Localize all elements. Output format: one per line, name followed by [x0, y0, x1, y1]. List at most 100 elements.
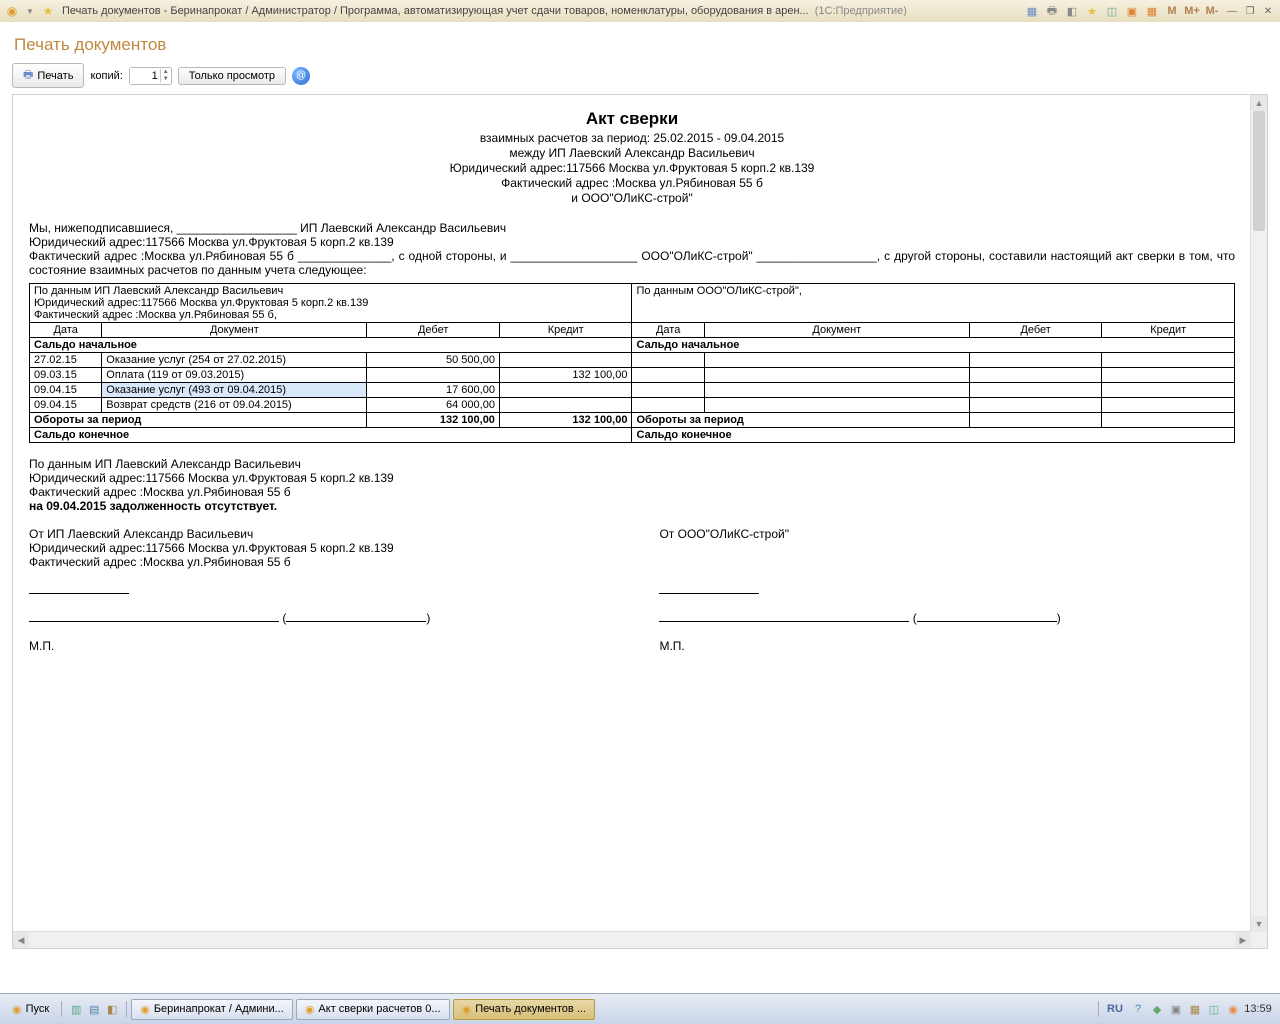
taskbar-button[interactable]: ◉ Беринапрокат / Админи... — [131, 999, 293, 1020]
preview-button[interactable]: Только просмотр — [178, 67, 286, 85]
print-button[interactable]: 🖶 Печать — [12, 63, 84, 88]
tray-icon-2[interactable]: ◆ — [1149, 1001, 1165, 1017]
sig-short-line — [659, 593, 759, 594]
at-icon[interactable]: @ — [292, 67, 310, 85]
table-row[interactable]: 09.04.15Оказание услуг (493 от 09.04.201… — [30, 383, 1235, 398]
table-row[interactable]: 09.03.15Оплата (119 от 09.03.2015)132 10… — [30, 368, 1235, 383]
language-indicator[interactable]: RU — [1103, 1001, 1127, 1017]
favorite-icon[interactable]: ★ — [1084, 3, 1100, 19]
tool-icon-6[interactable]: ▣ — [1124, 3, 1140, 19]
close-button[interactable]: ✕ — [1260, 4, 1276, 18]
horizontal-scrollbar[interactable]: ◀ ▶ — [13, 931, 1251, 948]
toolbar: 🖶 Печать копий: ▲▼ Только просмотр @ — [12, 63, 1268, 88]
print-icon[interactable]: 🖶 — [1044, 3, 1060, 19]
taskbar: ◉ Пуск ▥ ▤ ◧ ◉ Беринапрокат / Админи... ◉А… — [0, 993, 1280, 1024]
tray-icon-6[interactable]: ◉ — [1225, 1001, 1241, 1017]
turnover-label: Обороты за период — [30, 413, 367, 428]
mminus-button[interactable]: M- — [1204, 3, 1220, 19]
titlebar: ◉ ▼ ★ Печать документов - Беринапрокат /… — [0, 0, 1280, 23]
ql-icon-3[interactable]: ◧ — [104, 1001, 120, 1017]
summary-result: на 09.04.2015 задолженность отсутствует. — [29, 499, 1235, 513]
quick-launch: ▥ ▤ ◧ — [61, 1001, 127, 1017]
ql-icon-1[interactable]: ▥ — [68, 1001, 84, 1017]
col-debit: Дебет — [367, 323, 500, 338]
content-area: Печать документов 🖶 Печать копий: ▲▼ Тол… — [0, 22, 1280, 994]
start-icon: ◉ — [12, 1003, 22, 1016]
turnover-label-r: Обороты за период — [632, 413, 969, 428]
task-label: Беринапрокат / Админи... — [154, 1003, 284, 1015]
star-icon[interactable]: ★ — [40, 3, 56, 19]
doc-subtitle-5: и ООО"ОЛиКС-строй" — [29, 191, 1235, 205]
saldo-start-left: Сальдо начальное — [30, 338, 632, 353]
mp-left: М.П. — [29, 639, 584, 653]
col-date: Дата — [30, 323, 102, 338]
spin-down-icon[interactable]: ▼ — [161, 76, 171, 83]
table-header-row: Дата Документ Дебет Кредит Дата Документ… — [30, 323, 1235, 338]
scroll-corner — [1251, 932, 1267, 948]
vertical-scrollbar[interactable]: ▲ ▼ — [1250, 95, 1267, 932]
mplus-button[interactable]: M+ — [1184, 3, 1200, 19]
tray-icon-5[interactable]: ◫ — [1206, 1001, 1222, 1017]
start-button[interactable]: ◉ Пуск — [4, 1001, 57, 1018]
minimize-button[interactable]: — — [1224, 4, 1240, 18]
para-line-3: Фактический адрес :Москва ул.Рябиновая 5… — [29, 249, 1235, 277]
printer-icon: 🖶 — [23, 66, 33, 85]
task-icon: ◉ — [462, 1003, 472, 1016]
tool-icon-1[interactable]: ▦ — [1024, 3, 1040, 19]
spin-up-icon[interactable]: ▲ — [161, 69, 171, 76]
summary-line: Фактический адрес :Москва ул.Рябиновая 5… — [29, 485, 1235, 499]
sig-from-left: От ИП Лаевский Александр Васильевич — [29, 527, 584, 541]
left-addr2: Фактический адрес :Москва ул.Рябиновая 5… — [34, 309, 627, 321]
copies-spinner[interactable]: ▲▼ — [129, 67, 172, 85]
sig-short-line — [29, 593, 129, 594]
sig-long-line — [29, 621, 279, 622]
task-icon: ◉ — [140, 1003, 150, 1016]
clock[interactable]: 13:59 — [1244, 1001, 1272, 1017]
maximize-button[interactable]: ❐ — [1242, 4, 1258, 18]
summary-line: Юридический адрес:117566 Москва ул.Фрукт… — [29, 471, 1235, 485]
copies-input[interactable] — [130, 68, 160, 84]
sig-name-line — [917, 621, 1057, 622]
table-row[interactable]: 09.04.15Возврат средств (216 от 09.04.20… — [30, 398, 1235, 413]
app-icon: ◉ — [4, 3, 20, 19]
scroll-thumb[interactable] — [1253, 111, 1265, 231]
col-document-r: Документ — [704, 323, 969, 338]
m-button[interactable]: M — [1164, 3, 1180, 19]
scroll-left-icon[interactable]: ◀ — [13, 932, 29, 948]
doc-paragraph: Мы, нижеподписавшиеся, _________________… — [29, 221, 1235, 277]
ql-icon-2[interactable]: ▤ — [86, 1001, 102, 1017]
tool-icon-5[interactable]: ◫ — [1104, 3, 1120, 19]
scroll-up-icon[interactable]: ▲ — [1251, 95, 1267, 111]
reconciliation-table: По данным ИП Лаевский Александр Васильев… — [29, 283, 1235, 443]
sig-long-line — [659, 621, 909, 622]
scroll-down-icon[interactable]: ▼ — [1251, 916, 1267, 932]
table-row: Обороты за период 132 100,00 132 100,00 … — [30, 413, 1235, 428]
sig-name-line — [286, 621, 426, 622]
saldo-end-left: Сальдо конечное — [30, 428, 632, 443]
col-credit: Кредит — [499, 323, 632, 338]
taskbar-button[interactable]: ◉Печать документов ... — [453, 999, 595, 1020]
taskbar-button[interactable]: ◉Акт сверки расчетов 0... — [296, 999, 450, 1020]
scroll-right-icon[interactable]: ▶ — [1235, 932, 1251, 948]
tool-icon-3[interactable]: ◧ — [1064, 3, 1080, 19]
summary-line: По данным ИП Лаевский Александр Васильев… — [29, 457, 1235, 471]
doc-subtitle-2: между ИП Лаевский Александр Васильевич — [29, 146, 1235, 160]
tray-icon-4[interactable]: ▦ — [1187, 1001, 1203, 1017]
tray-icon-3[interactable]: ▣ — [1168, 1001, 1184, 1017]
turnover-credit-r — [1102, 413, 1235, 428]
calendar-icon[interactable]: ▦ — [1144, 3, 1160, 19]
sig-from-right: От ООО"ОЛиКС-строй" — [659, 527, 1214, 541]
col-credit-r: Кредит — [1102, 323, 1235, 338]
table-row: Сальдо начальное Сальдо начальное — [30, 338, 1235, 353]
left-header: По данным ИП Лаевский Александр Васильев… — [34, 285, 627, 297]
signature-block: От ИП Лаевский Александр Васильевич Юрид… — [29, 527, 1235, 653]
document-container: Акт сверки взаимных расчетов за период: … — [12, 94, 1268, 949]
signature-right: От ООО"ОЛиКС-строй" () М.П. — [659, 527, 1214, 653]
table-row[interactable]: 27.02.15Оказание услуг (254 от 27.02.201… — [30, 353, 1235, 368]
doc-subtitle-3: Юридический адрес:117566 Москва ул.Фрукт… — [29, 161, 1235, 175]
tray-help-icon[interactable]: ? — [1130, 1001, 1146, 1017]
window-mode: (1С:Предприятие) — [815, 5, 907, 17]
start-label: Пуск — [26, 1003, 50, 1015]
summary-block: По данным ИП Лаевский Александр Васильев… — [29, 457, 1235, 513]
dropdown-icon[interactable]: ▼ — [22, 3, 38, 19]
